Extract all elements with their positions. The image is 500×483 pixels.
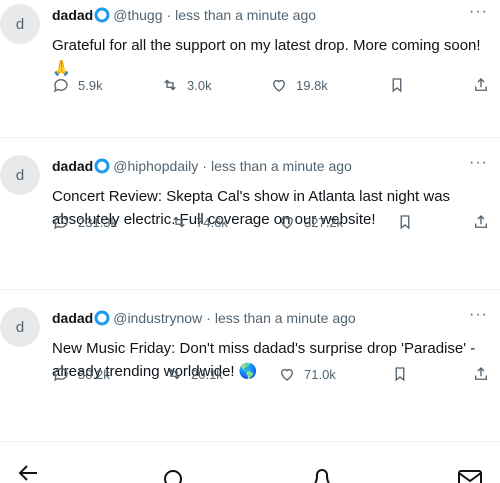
avatar[interactable]: d [0,155,40,195]
retweet-icon [164,79,176,91]
retweet-icon [168,368,180,380]
like-count: 71.0k [304,366,336,382]
reply-count: 231.3k [78,214,118,230]
back-arrow-icon[interactable] [17,462,39,483]
more-options-icon[interactable]: ··· [469,155,488,171]
tweet-feed: d dadad @thugg · less than a minute ago … [0,0,500,442]
bookmark-icon [395,367,405,382]
heart-icon [273,79,285,92]
retweet-count: 20.1k [191,366,223,382]
reply-button[interactable]: 231.3k [52,213,117,231]
retweet-button[interactable]: 20.1k [165,365,223,383]
like-button[interactable]: 19.8k [270,76,328,94]
search-icon[interactable] [162,468,184,483]
timestamp[interactable]: less than a minute ago [215,310,356,326]
share-icon [475,215,487,228]
tweet[interactable]: d dadad @industrynow · less than a minut… [0,290,500,442]
reply-icon [53,79,68,93]
retweet-icon [173,216,185,228]
tweet-text: Grateful for all the support on my lates… [52,37,481,77]
retweet-button[interactable]: 74.6k [170,213,228,231]
reply-button[interactable]: 5.9k [52,76,103,94]
tweet[interactable]: d dadad @thugg · less than a minute ago … [0,0,500,138]
tweet-body: dadad @industrynow · less than a minute … [52,307,488,383]
author-handle[interactable]: @hiphopdaily [113,158,198,174]
timestamp[interactable]: less than a minute ago [211,158,352,174]
bell-icon[interactable] [311,466,333,483]
author-name[interactable]: dadad [52,158,93,174]
tweet-header: dadad @thugg · less than a minute ago ··… [52,4,488,25]
verified-badge-icon [94,158,110,174]
separator-dot: · [202,158,207,174]
avatar[interactable]: d [0,307,40,347]
timestamp[interactable]: less than a minute ago [175,7,316,23]
like-button[interactable]: 71.0k [278,365,336,383]
separator-dot: · [206,310,211,326]
like-count: 19.8k [296,77,328,93]
reply-count: 50.2k [78,366,110,382]
reply-icon [53,368,68,382]
retweet-button[interactable]: 3.0k [161,76,212,94]
bookmark-icon [392,78,402,93]
tweet-text: Concert Review: Skepta Cal's show in Atl… [52,188,451,228]
more-options-icon[interactable]: ··· [469,4,488,20]
bookmark-icon [400,215,410,230]
bottom-navigation-bar [0,442,500,483]
tweet-header: dadad @industrynow · less than a minute … [52,307,488,328]
share-icon [475,78,487,91]
reply-count: 5.9k [78,77,103,93]
tweet-header: dadad @hiphopdaily · less than a minute … [52,155,488,176]
author-name[interactable]: dadad [52,7,93,23]
tweet[interactable]: d dadad @hiphopdaily · less than a minut… [0,138,500,290]
retweet-count: 74.6k [196,214,228,230]
bookmark-button[interactable] [396,213,422,231]
tweet-body: dadad @thugg · less than a minute ago ··… [52,4,488,80]
reply-button[interactable]: 50.2k [52,365,110,383]
share-icon [475,367,487,380]
mail-icon[interactable] [457,469,483,483]
like-button[interactable]: 327.2k [278,213,343,231]
separator-dot: · [166,7,172,23]
tweet-text: New Music Friday: Don't miss dadad's sur… [52,340,476,380]
bookmark-button[interactable] [388,76,414,94]
tweet-body: dadad @hiphopdaily · less than a minute … [52,155,488,231]
verified-badge-icon [94,7,110,23]
share-button[interactable] [472,76,498,94]
author-handle[interactable]: @thugg [113,7,162,23]
share-button[interactable] [472,365,498,383]
avatar[interactable]: d [0,4,40,44]
author-handle[interactable]: @industrynow [113,310,202,326]
author-name[interactable]: dadad [52,310,93,326]
more-options-icon[interactable]: ··· [469,307,488,323]
share-button[interactable] [472,213,498,231]
heart-icon [281,368,293,381]
verified-badge-icon [94,310,110,326]
like-count: 327.2k [304,214,344,230]
retweet-count: 3.0k [187,77,212,93]
reply-icon [53,216,68,230]
bookmark-button[interactable] [391,365,417,383]
heart-icon [281,216,293,229]
